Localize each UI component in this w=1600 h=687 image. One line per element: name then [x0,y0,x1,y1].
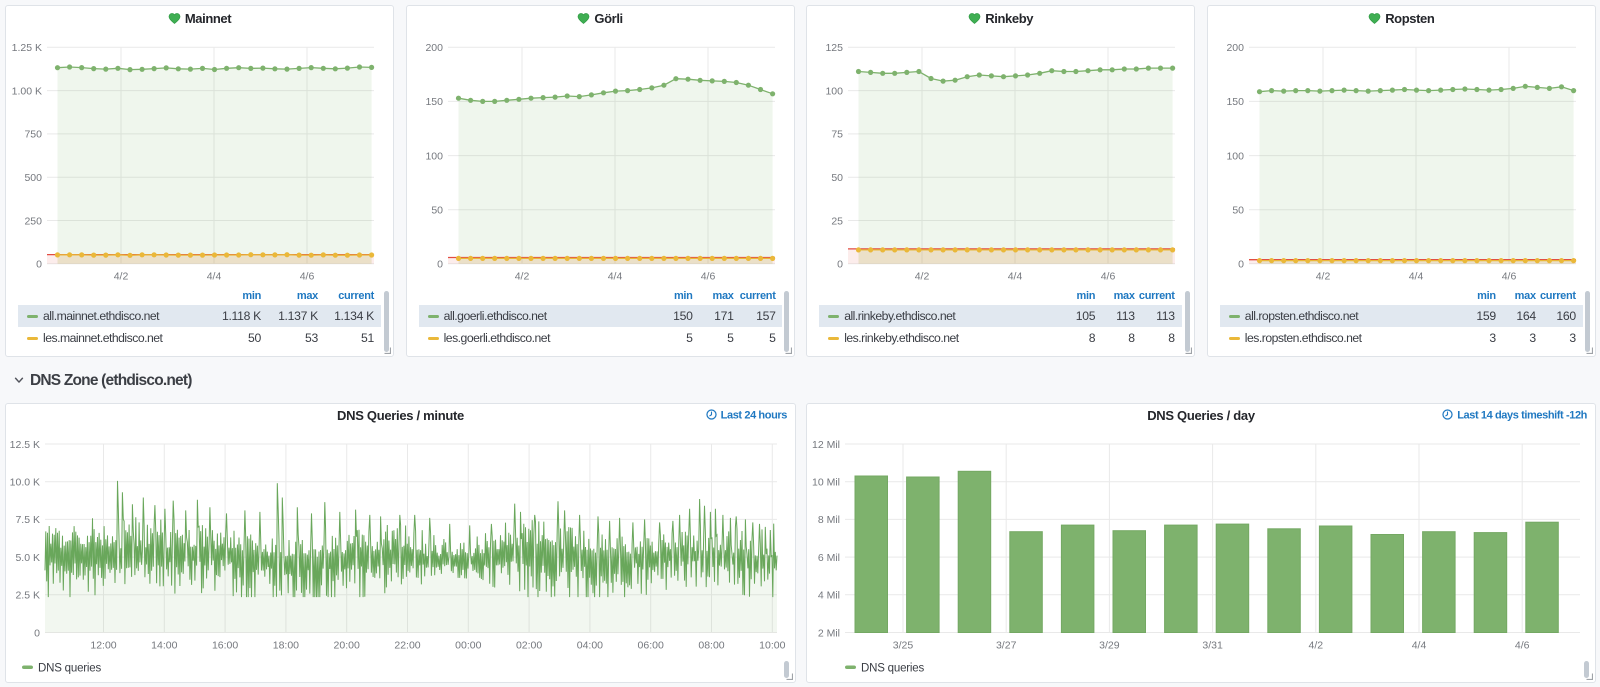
svg-text:8 Mil: 8 Mil [818,514,840,526]
svg-text:0: 0 [1238,259,1244,271]
svg-text:150: 150 [1226,96,1244,108]
svg-text:100: 100 [826,85,844,97]
svg-text:4/4: 4/4 [1008,271,1023,283]
svg-text:3/25: 3/25 [893,640,914,652]
svg-text:DNS queries: DNS queries [38,663,101,675]
svg-text:02:00: 02:00 [516,640,542,652]
svg-text:4/2: 4/2 [1308,640,1323,652]
svg-text:3/27: 3/27 [996,640,1017,652]
svg-text:100: 100 [1226,150,1244,162]
svg-text:7.5 K: 7.5 K [15,514,40,526]
svg-text:4/4: 4/4 [1412,640,1427,652]
svg-text:1.00 K: 1.00 K [12,85,42,97]
svg-text:12:00: 12:00 [90,640,116,652]
svg-text:4/2: 4/2 [514,271,529,283]
svg-text:200: 200 [425,42,443,54]
svg-text:4/2: 4/2 [114,271,129,283]
svg-text:08:00: 08:00 [698,640,724,652]
svg-text:20:00: 20:00 [334,640,360,652]
svg-text:4/4: 4/4 [207,271,222,283]
svg-text:4/6: 4/6 [1501,271,1516,283]
svg-text:4/6: 4/6 [1101,271,1116,283]
svg-text:4/4: 4/4 [1408,271,1423,283]
svg-text:4 Mil: 4 Mil [818,590,840,602]
svg-text:150: 150 [425,96,443,108]
svg-text:6 Mil: 6 Mil [818,552,840,564]
svg-text:2.5 K: 2.5 K [15,590,40,602]
svg-text:16:00: 16:00 [212,640,238,652]
svg-text:0: 0 [837,259,843,271]
svg-text:100: 100 [425,150,443,162]
svg-text:10.0 K: 10.0 K [10,477,40,489]
svg-text:4/2: 4/2 [915,271,930,283]
svg-text:25: 25 [832,215,844,227]
svg-text:14:00: 14:00 [151,640,177,652]
svg-text:4/6: 4/6 [700,271,715,283]
svg-text:5.0 K: 5.0 K [15,552,40,564]
svg-text:4/2: 4/2 [1315,271,1330,283]
svg-text:4/6: 4/6 [1515,640,1530,652]
svg-text:2 Mil: 2 Mil [818,627,840,639]
svg-text:22:00: 22:00 [394,640,420,652]
svg-text:50: 50 [832,172,844,184]
svg-text:4/4: 4/4 [607,271,622,283]
svg-text:125: 125 [826,42,844,54]
svg-text:200: 200 [1226,42,1244,54]
svg-text:00:00: 00:00 [455,640,481,652]
svg-text:10:00: 10:00 [759,640,785,652]
svg-text:3/29: 3/29 [1099,640,1120,652]
svg-text:0: 0 [34,627,40,639]
svg-text:75: 75 [832,129,844,141]
svg-text:12 Mil: 12 Mil [812,439,840,451]
svg-text:50: 50 [431,205,443,217]
svg-text:18:00: 18:00 [273,640,299,652]
svg-text:12.5 K: 12.5 K [10,439,40,451]
svg-text:50: 50 [1232,205,1244,217]
svg-text:4/6: 4/6 [300,271,315,283]
svg-text:250: 250 [24,215,42,227]
svg-text:DNS queries: DNS queries [861,663,924,675]
svg-text:10 Mil: 10 Mil [812,477,840,489]
svg-text:0: 0 [36,259,42,271]
svg-text:0: 0 [437,259,443,271]
svg-text:3/31: 3/31 [1202,640,1223,652]
svg-text:04:00: 04:00 [577,640,603,652]
svg-text:06:00: 06:00 [638,640,664,652]
svg-text:500: 500 [24,172,42,184]
svg-text:750: 750 [24,129,42,141]
svg-text:1.25 K: 1.25 K [12,42,42,54]
